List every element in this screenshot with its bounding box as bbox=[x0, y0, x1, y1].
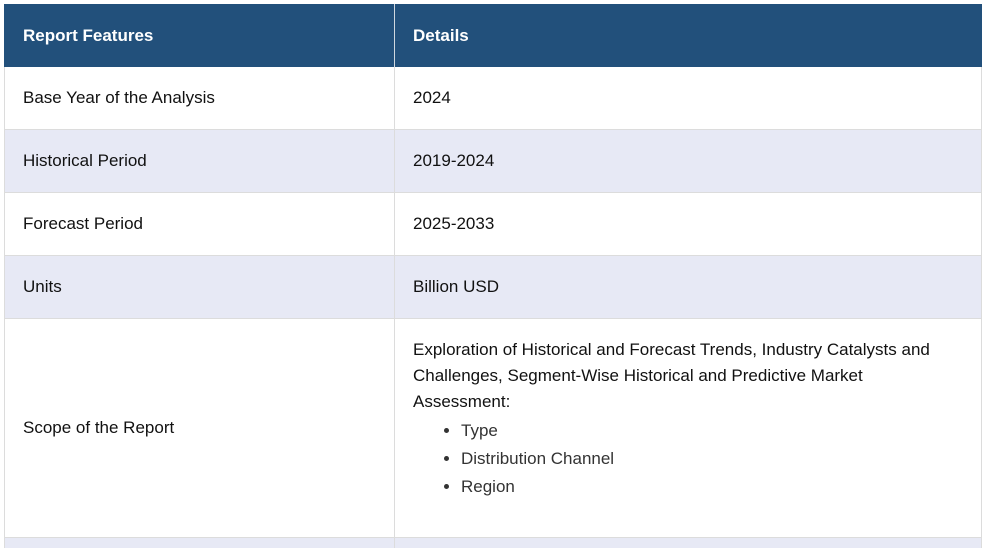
list-item: Distribution Channel bbox=[461, 445, 963, 473]
scope-detail-cell: Exploration of Historical and Forecast T… bbox=[395, 319, 982, 537]
detail-cell: 2024 bbox=[395, 67, 982, 129]
table-row-partial bbox=[4, 538, 982, 548]
detail-cell-empty bbox=[395, 538, 982, 548]
scope-description: Exploration of Historical and Forecast T… bbox=[413, 340, 930, 411]
feature-cell: Units bbox=[4, 256, 395, 318]
feature-cell-empty bbox=[4, 538, 395, 548]
table-row: Units Billion USD bbox=[4, 256, 982, 319]
feature-cell: Scope of the Report bbox=[4, 319, 395, 537]
list-item: Type bbox=[461, 417, 963, 445]
table-row: Forecast Period 2025-2033 bbox=[4, 193, 982, 256]
feature-cell: Base Year of the Analysis bbox=[4, 67, 395, 129]
header-report-features: Report Features bbox=[4, 4, 395, 67]
list-item: Region bbox=[461, 473, 963, 501]
feature-cell: Forecast Period bbox=[4, 193, 395, 255]
detail-cell: Billion USD bbox=[395, 256, 982, 318]
feature-cell: Historical Period bbox=[4, 130, 395, 192]
scope-list: Type Distribution Channel Region bbox=[413, 417, 963, 501]
detail-cell: 2025-2033 bbox=[395, 193, 982, 255]
table-row: Base Year of the Analysis 2024 bbox=[4, 67, 982, 130]
table-row-scope: Scope of the Report Exploration of Histo… bbox=[4, 319, 982, 538]
table-header-row: Report Features Details bbox=[4, 4, 982, 67]
header-details: Details bbox=[395, 4, 982, 67]
detail-cell: 2019-2024 bbox=[395, 130, 982, 192]
report-features-table: Report Features Details Base Year of the… bbox=[4, 4, 982, 548]
table-row: Historical Period 2019-2024 bbox=[4, 130, 982, 193]
